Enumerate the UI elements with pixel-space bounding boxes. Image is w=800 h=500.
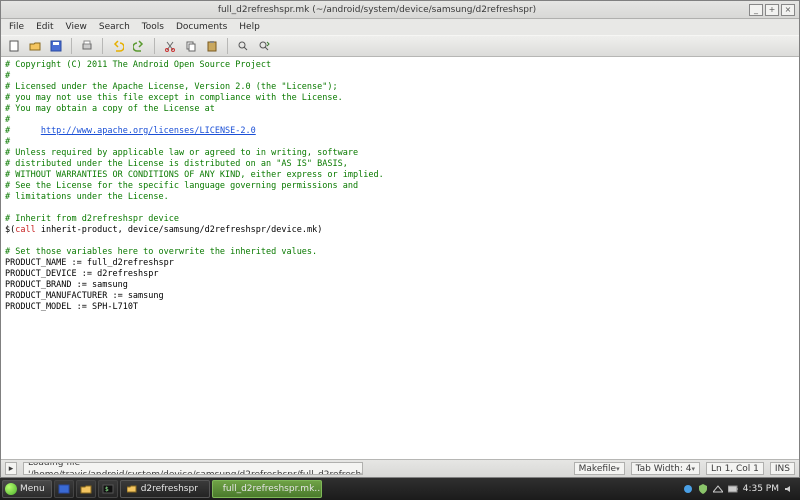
menu-help[interactable]: Help bbox=[233, 22, 266, 32]
taskbar: Menu $ d2refreshspr full_d2refreshspr.mk… bbox=[0, 478, 800, 500]
insert-mode[interactable]: INS bbox=[770, 462, 795, 475]
cut-icon[interactable] bbox=[161, 37, 179, 55]
menu-file[interactable]: File bbox=[3, 22, 30, 32]
print-icon[interactable] bbox=[78, 37, 96, 55]
statusbar: ▸ Loading file '/home/travis/android/sys… bbox=[1, 459, 799, 477]
code-line: # WITHOUT WARRANTIES OR CONDITIONS OF AN… bbox=[5, 170, 384, 180]
toolbar-sep bbox=[102, 38, 103, 54]
save-icon[interactable] bbox=[47, 37, 65, 55]
code-line: # limitations under the License. bbox=[5, 192, 169, 202]
code-line: # Licensed under the Apache License, Ver… bbox=[5, 82, 338, 92]
editor-window: full_d2refreshspr.mk (~/android/system/d… bbox=[0, 0, 800, 478]
clock[interactable]: 4:35 PM bbox=[743, 484, 779, 494]
menu-tools[interactable]: Tools bbox=[136, 22, 170, 32]
open-icon[interactable] bbox=[26, 37, 44, 55]
code-line: # Copyright (C) 2011 The Android Open So… bbox=[5, 60, 271, 70]
menu-edit[interactable]: Edit bbox=[30, 22, 59, 32]
code-line: inherit-product, device/samsung/d2refres… bbox=[36, 225, 323, 235]
minimize-button[interactable]: _ bbox=[749, 4, 763, 16]
update-icon[interactable] bbox=[683, 484, 693, 494]
volume-icon[interactable] bbox=[784, 484, 794, 494]
taskbar-item-label: full_d2refreshspr.mk… bbox=[223, 484, 322, 494]
folder-icon bbox=[127, 484, 137, 494]
code-line: # See the License for the specific langu… bbox=[5, 181, 358, 191]
code-line: # you may not use this file except in co… bbox=[5, 93, 343, 103]
toolbar-sep bbox=[154, 38, 155, 54]
code-line: # distributed under the License is distr… bbox=[5, 159, 348, 169]
show-desktop-button[interactable] bbox=[54, 480, 74, 498]
find-icon[interactable] bbox=[234, 37, 252, 55]
toolbar bbox=[1, 35, 799, 57]
paste-icon[interactable] bbox=[203, 37, 221, 55]
code-line: PRODUCT_DEVICE := d2refreshspr bbox=[5, 269, 159, 279]
code-line: PRODUCT_NAME := full_d2refreshspr bbox=[5, 258, 174, 268]
toolbar-sep bbox=[227, 38, 228, 54]
close-button[interactable]: × bbox=[781, 4, 795, 16]
replace-icon[interactable] bbox=[255, 37, 273, 55]
tabwidth-selector[interactable]: Tab Width: 4 bbox=[631, 462, 700, 475]
code-line: PRODUCT_BRAND := samsung bbox=[5, 280, 128, 290]
titlebar: full_d2refreshspr.mk (~/android/system/d… bbox=[1, 1, 799, 19]
terminal-launcher[interactable]: $ bbox=[98, 480, 118, 498]
battery-icon[interactable] bbox=[728, 484, 738, 494]
status-message: Loading file '/home/travis/android/syste… bbox=[23, 462, 363, 475]
language-selector[interactable]: Makefile bbox=[574, 462, 625, 475]
maximize-button[interactable]: + bbox=[765, 4, 779, 16]
status-collapse-icon[interactable]: ▸ bbox=[5, 462, 17, 475]
taskbar-item-label: d2refreshspr bbox=[141, 484, 198, 494]
shield-icon[interactable] bbox=[698, 484, 708, 494]
code-line: # bbox=[5, 71, 10, 81]
taskbar-item[interactable]: full_d2refreshspr.mk… bbox=[212, 480, 322, 498]
start-menu-button[interactable]: Menu bbox=[2, 480, 52, 498]
code-line: # You may obtain a copy of the License a… bbox=[5, 104, 215, 114]
start-menu-label: Menu bbox=[20, 484, 45, 494]
editor-area[interactable]: # Copyright (C) 2011 The Android Open So… bbox=[1, 57, 799, 459]
redo-icon[interactable] bbox=[130, 37, 148, 55]
code-line: # Unless required by applicable law or a… bbox=[5, 148, 358, 158]
new-icon[interactable] bbox=[5, 37, 23, 55]
menu-search[interactable]: Search bbox=[93, 22, 136, 32]
undo-icon[interactable] bbox=[109, 37, 127, 55]
system-tray: 4:35 PM bbox=[683, 484, 798, 494]
mint-logo-icon bbox=[5, 483, 17, 495]
copy-icon[interactable] bbox=[182, 37, 200, 55]
cursor-position: Ln 1, Col 1 bbox=[706, 462, 764, 475]
window-title: full_d2refreshspr.mk (~/android/system/d… bbox=[5, 1, 749, 19]
svg-text:$: $ bbox=[105, 486, 109, 493]
code-keyword: call bbox=[15, 225, 35, 235]
code-line: PRODUCT_MODEL := SPH-L710T bbox=[5, 302, 138, 312]
code-line: # Inherit from d2refreshspr device bbox=[5, 214, 179, 224]
code-line: # bbox=[5, 137, 10, 147]
code-line: # bbox=[5, 115, 10, 125]
network-icon[interactable] bbox=[713, 484, 723, 494]
toolbar-sep bbox=[71, 38, 72, 54]
menu-view[interactable]: View bbox=[60, 22, 93, 32]
taskbar-item[interactable]: d2refreshspr bbox=[120, 480, 210, 498]
code-line: $( bbox=[5, 225, 15, 235]
menubar: File Edit View Search Tools Documents He… bbox=[1, 19, 799, 35]
license-link[interactable]: http://www.apache.org/licenses/LICENSE-2… bbox=[41, 126, 256, 136]
menu-documents[interactable]: Documents bbox=[170, 22, 233, 32]
code-line: # bbox=[5, 126, 41, 136]
code-line: PRODUCT_MANUFACTURER := samsung bbox=[5, 291, 164, 301]
files-launcher[interactable] bbox=[76, 480, 96, 498]
code-line: # Set those variables here to overwrite … bbox=[5, 247, 317, 257]
